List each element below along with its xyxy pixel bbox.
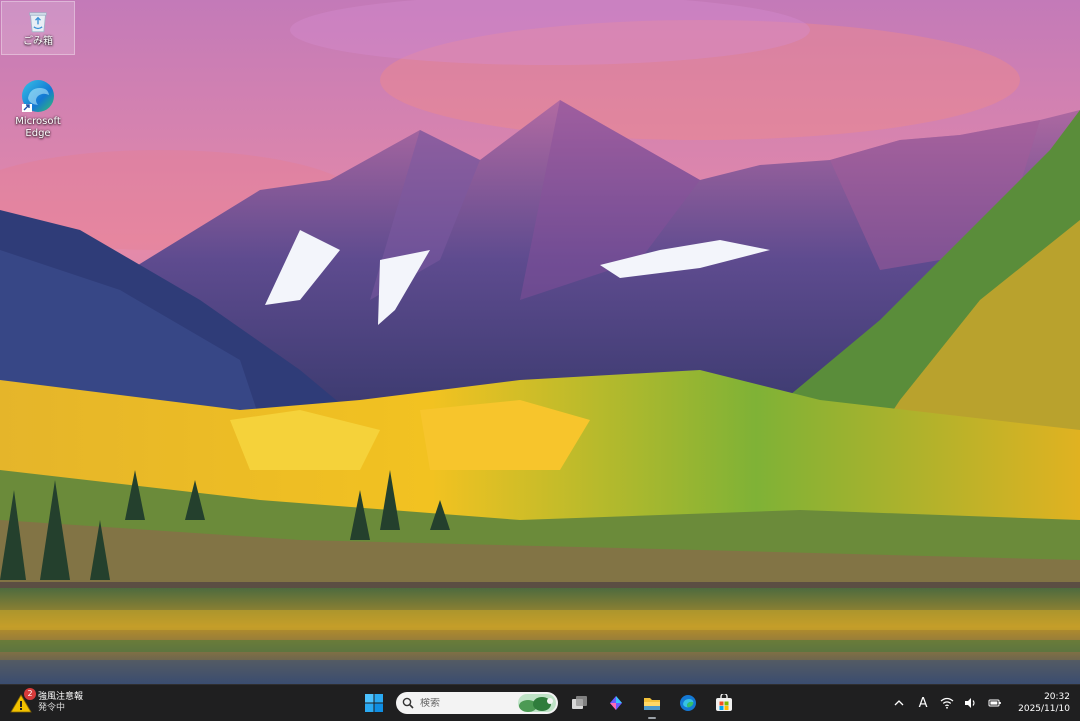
wallpaper-landscape (0, 0, 1080, 684)
system-tray: A 20:32 2025/11/10 (890, 685, 1072, 721)
store-button[interactable] (710, 689, 738, 717)
taskbar-clock[interactable]: 20:32 2025/11/10 (1016, 691, 1072, 715)
weather-subtitle: 発令中 (38, 703, 66, 713)
recycle-bin-icon (29, 12, 47, 33)
ime-indicator[interactable]: A (914, 694, 932, 712)
wifi-icon[interactable] (938, 694, 956, 712)
taskbar-search[interactable] (396, 692, 558, 714)
edge-icon (22, 80, 54, 112)
notification-badge: 2 (24, 688, 36, 700)
search-icon (402, 697, 414, 709)
taskbar-center (360, 689, 738, 719)
chevron-up-icon[interactable] (890, 694, 908, 712)
battery-icon[interactable] (986, 694, 1004, 712)
store-icon (716, 694, 732, 711)
file-explorer-icon (644, 698, 660, 710)
copilot-icon (610, 696, 622, 710)
copilot-button[interactable] (602, 689, 630, 717)
task-view-button[interactable] (566, 689, 594, 717)
desktop[interactable]: ごみ箱 Microsoft Edge (0, 0, 1080, 684)
search-input[interactable] (420, 697, 510, 709)
volume-icon[interactable] (962, 694, 980, 712)
taskbar: 2 強風注意報 発令中 検索 A 20:32 2025/11/10 (0, 684, 1080, 721)
edge-icon (680, 695, 696, 711)
desktop-icon-label: ごみ箱 (23, 36, 53, 47)
windows-start-icon (365, 694, 383, 712)
file-explorer-button[interactable] (638, 689, 666, 719)
desktop-icon-edge[interactable]: Microsoft Edge (2, 74, 74, 139)
search-highlight-image (518, 694, 556, 712)
task-view-icon (572, 696, 587, 709)
weather-text: 強風注意報 発令中 (38, 692, 83, 714)
desktop-icon-recycle-bin[interactable]: ごみ箱 (1, 1, 75, 55)
weather-widget[interactable]: 2 強風注意報 発令中 (10, 688, 83, 718)
start-button[interactable] (360, 689, 388, 717)
edge-taskbar-button[interactable] (674, 689, 702, 717)
weather-alert: 2 (10, 688, 36, 714)
clock-time: 20:32 (1044, 692, 1070, 702)
weather-title: 強風注意報 (38, 692, 84, 702)
desktop-icon-label: Microsoft Edge (15, 116, 61, 139)
clock-date: 2025/11/10 (1018, 704, 1070, 714)
